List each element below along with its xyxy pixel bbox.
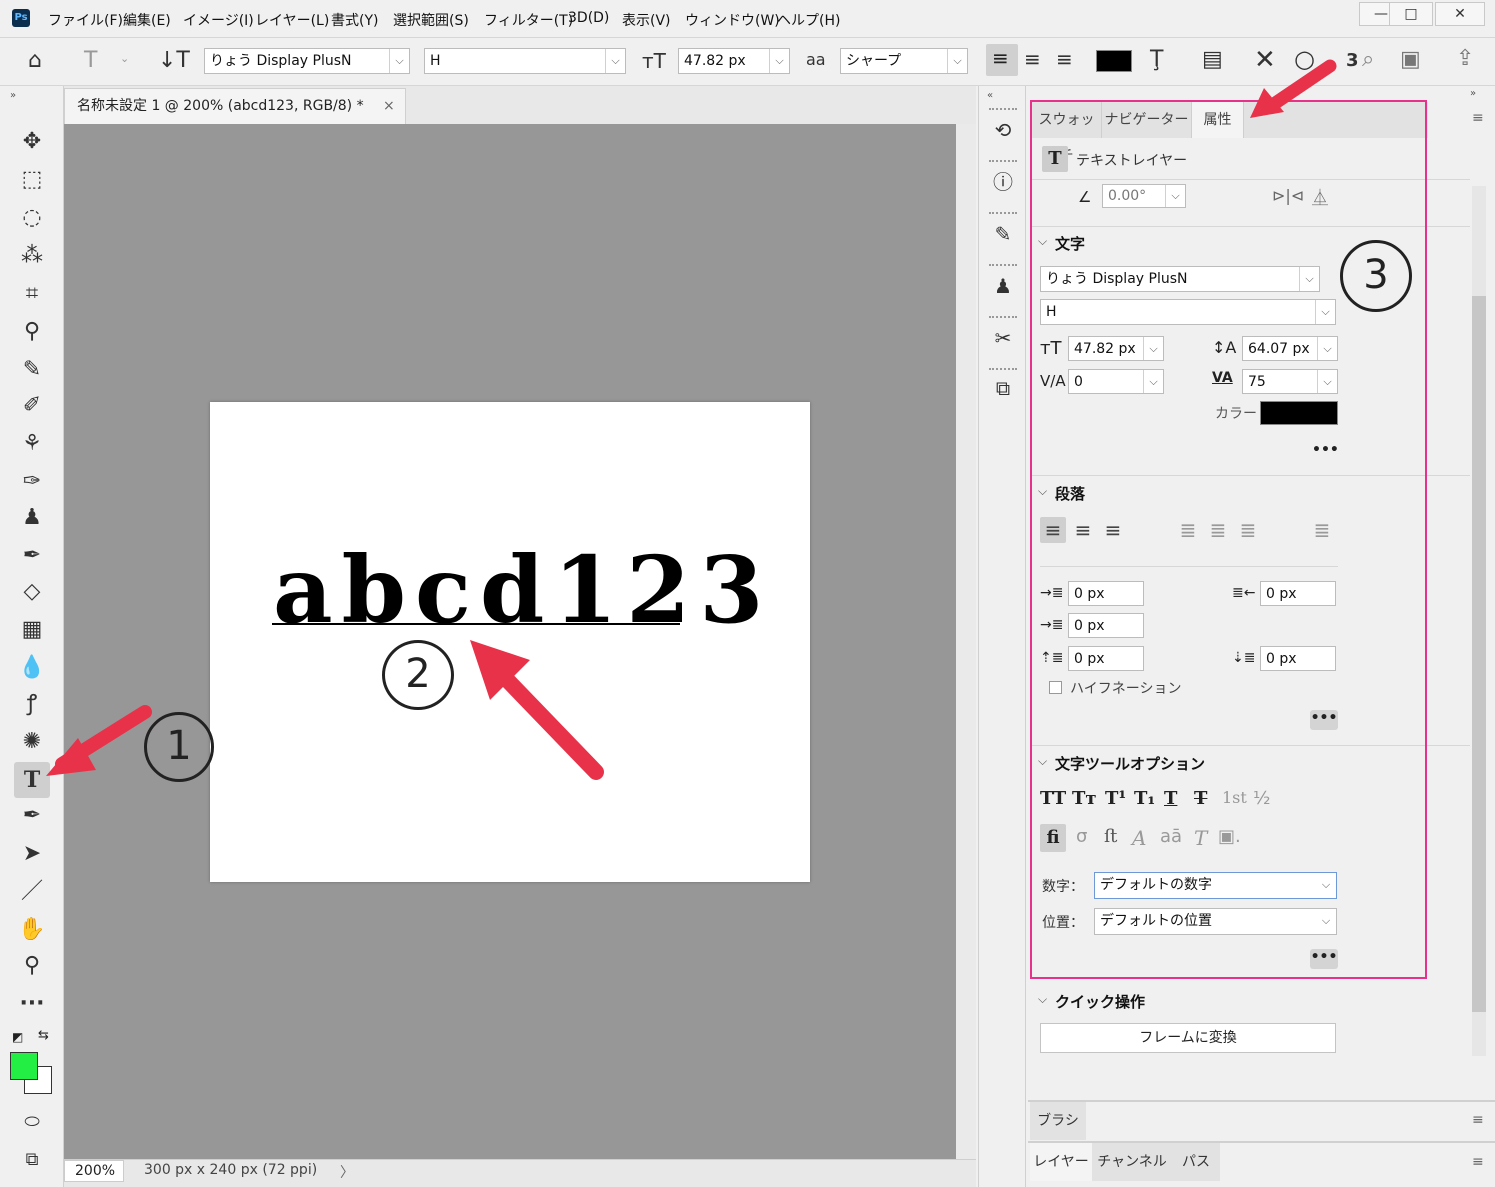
annotation-number-2: 2 <box>382 640 454 710</box>
annotation-number-1: 1 <box>144 712 214 782</box>
arrow-to-type-tool <box>46 705 152 776</box>
arrow-to-text-baseline <box>470 640 604 780</box>
annotation-arrows <box>46 59 1337 780</box>
arrow-to-properties-tab <box>1250 59 1337 118</box>
annotation-number-3: 3 <box>1340 240 1412 312</box>
